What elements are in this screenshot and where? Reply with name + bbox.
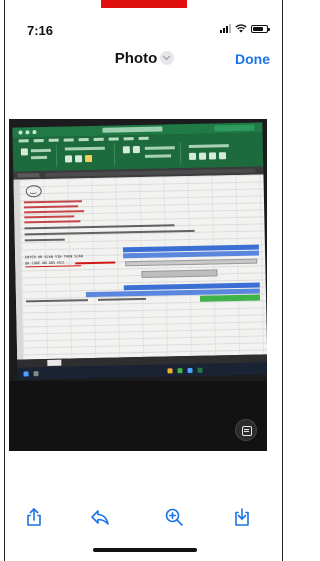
battery-icon bbox=[251, 24, 270, 33]
share-icon bbox=[27, 508, 41, 526]
revert-button[interactable] bbox=[89, 506, 111, 528]
download-button[interactable] bbox=[231, 506, 253, 528]
status-icons bbox=[220, 24, 270, 33]
status-time: 7:16 bbox=[27, 23, 54, 38]
phone-screen: 7:16 Photo Done ENTER OR SCAN VIN THEN S… bbox=[4, 0, 283, 561]
revert-icon bbox=[91, 510, 109, 525]
status-bar: 7:16 bbox=[5, 20, 282, 42]
zoom-icon bbox=[165, 508, 183, 526]
bottom-toolbar bbox=[5, 500, 282, 536]
wifi-icon bbox=[235, 24, 247, 33]
nav-title: Photo bbox=[114, 50, 158, 67]
download-icon bbox=[235, 508, 249, 526]
cellular-signal-icon bbox=[220, 24, 231, 33]
home-indicator[interactable] bbox=[93, 548, 197, 552]
done-button[interactable]: Done bbox=[235, 51, 270, 67]
inspection-result-cell bbox=[199, 294, 261, 302]
zoom-button[interactable] bbox=[163, 506, 185, 528]
battery-level bbox=[253, 26, 263, 31]
photo-viewer[interactable]: ENTER OR SCAN VIN THEN SCAN QR CODE ON A… bbox=[5, 84, 282, 494]
photographed-monitor: ENTER OR SCAN VIN THEN SCAN QR CODE ON A… bbox=[12, 122, 267, 380]
red-header-tab bbox=[101, 0, 187, 8]
share-button[interactable] bbox=[23, 506, 45, 528]
nav-bar: Photo Done bbox=[5, 46, 282, 76]
excel-ribbon bbox=[12, 132, 264, 172]
excel-sheet: ENTER OR SCAN VIN THEN SCAN QR CODE ON A… bbox=[13, 174, 267, 360]
chevron-down-icon bbox=[160, 51, 175, 65]
desk-surface bbox=[9, 381, 267, 451]
scan-instruction-line-2: QR CODE ON ABS HCU bbox=[25, 260, 64, 266]
live-text-icon[interactable] bbox=[235, 419, 257, 441]
photo-image: ENTER OR SCAN VIN THEN SCAN QR CODE ON A… bbox=[9, 119, 267, 451]
